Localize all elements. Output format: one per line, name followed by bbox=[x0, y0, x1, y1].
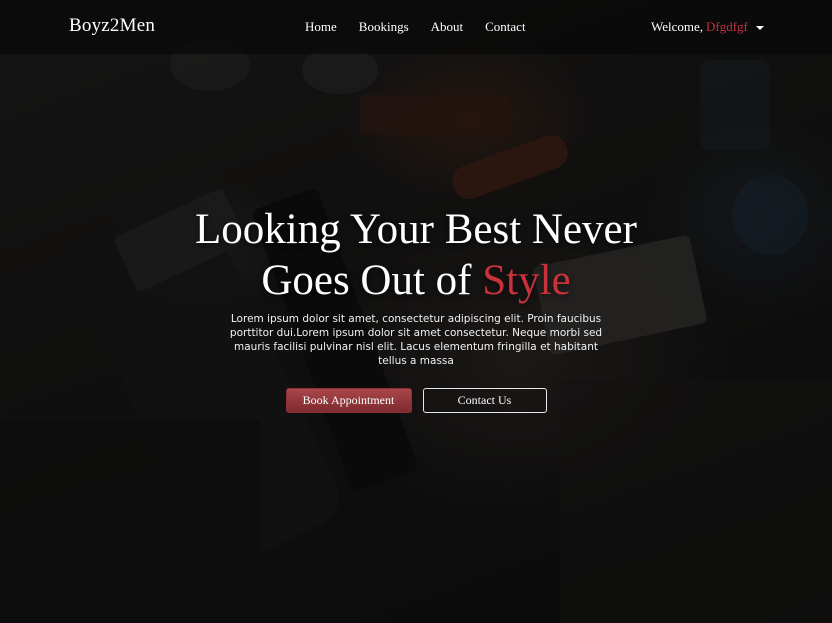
hero-title-line2: Goes Out of bbox=[261, 257, 483, 304]
nav-link-contact[interactable]: Contact bbox=[474, 19, 536, 35]
nav-links: Home Bookings About Contact bbox=[294, 19, 537, 35]
welcome-label: Welcome, bbox=[651, 19, 704, 34]
book-appointment-button[interactable]: Book Appointment bbox=[285, 388, 412, 413]
hero-title: Looking Your Best Never Goes Out of Styl… bbox=[0, 204, 832, 306]
hero-title-accent: Style bbox=[482, 257, 571, 304]
contact-us-button[interactable]: Contact Us bbox=[422, 388, 547, 413]
hero-buttons: Book Appointment Contact Us bbox=[0, 388, 832, 413]
nav-link-home[interactable]: Home bbox=[294, 19, 348, 35]
user-name: Dfgdfgf bbox=[706, 19, 748, 34]
nav-link-bookings[interactable]: Bookings bbox=[348, 19, 420, 35]
hero-description: Lorem ipsum dolor sit amet, consectetur … bbox=[229, 313, 603, 367]
hero-section: Looking Your Best Never Goes Out of Styl… bbox=[0, 204, 832, 368]
brand-logo[interactable]: Boyz2Men bbox=[69, 15, 155, 37]
hero-title-line1: Looking Your Best Never bbox=[195, 206, 637, 253]
nav-link-about[interactable]: About bbox=[420, 19, 475, 35]
user-menu-dropdown[interactable]: Welcome, Dfgdfgf bbox=[651, 19, 764, 35]
chevron-down-icon bbox=[755, 25, 764, 30]
top-navbar: Boyz2Men Home Bookings About Contact Wel… bbox=[0, 0, 832, 54]
